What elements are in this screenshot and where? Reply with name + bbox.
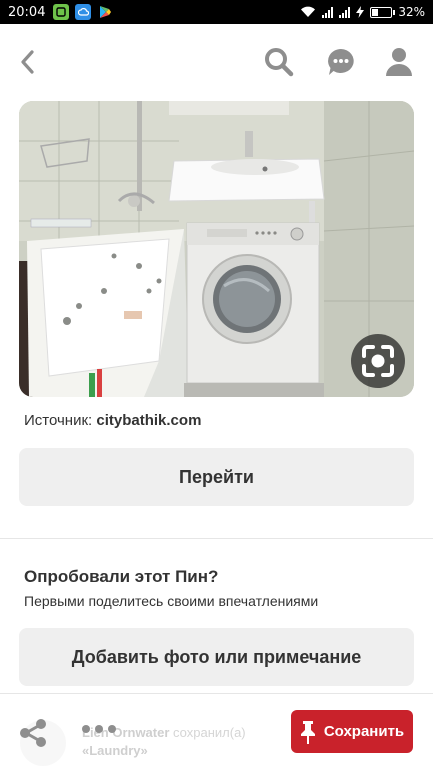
profile-button[interactable]	[381, 44, 417, 80]
chat-icon	[328, 49, 354, 75]
saved-by-action: сохранил(а)	[169, 725, 246, 740]
messages-button[interactable]	[323, 44, 359, 80]
bottom-action-bar: Lien Ornwater сохранил(а) «Laundry» Сохр…	[0, 694, 433, 770]
status-time: 20:04	[8, 4, 46, 20]
messages-icon	[53, 4, 70, 20]
dot-icon	[108, 725, 116, 733]
dot-icon	[82, 725, 90, 733]
back-icon	[21, 50, 34, 74]
pin-source: Источник: citybathik.com	[24, 412, 201, 429]
battery-icon	[370, 6, 396, 18]
back-button[interactable]	[10, 44, 46, 80]
dot-icon	[95, 725, 103, 733]
status-indicators: 32%	[300, 5, 425, 19]
source-link[interactable]: citybathik.com	[96, 412, 201, 429]
pin-image[interactable]	[19, 101, 414, 397]
wifi-icon	[301, 6, 316, 18]
visual-search-button[interactable]	[351, 334, 405, 388]
charging-icon	[356, 6, 365, 18]
cloud-icon	[75, 4, 92, 20]
tried-subtitle: Первыми поделитесь своими впечатлениями	[24, 593, 319, 609]
share-icon	[20, 719, 46, 747]
section-divider	[0, 538, 433, 539]
signal-icon	[339, 6, 351, 18]
more-options-button[interactable]	[82, 725, 116, 733]
share-button[interactable]	[18, 718, 48, 748]
search-icon	[265, 48, 294, 77]
tried-title: Опробовали этот Пин?	[24, 567, 219, 586]
visual-search-icon	[362, 345, 394, 377]
save-button[interactable]: Сохранить	[291, 710, 413, 753]
status-bar: 20:04 32%	[0, 0, 433, 24]
battery-percent: 32%	[398, 5, 425, 19]
profile-icon	[386, 48, 412, 76]
save-label: Сохранить	[323, 723, 405, 740]
top-nav	[0, 24, 433, 100]
signal-icon	[322, 6, 334, 18]
play-store-icon	[97, 4, 113, 20]
source-prefix: Источник:	[24, 412, 97, 429]
saved-board-name: «Laundry»	[82, 743, 148, 758]
search-button[interactable]	[261, 44, 297, 80]
add-photo-note-button[interactable]: Добавить фото или примечание	[19, 628, 414, 686]
visit-button[interactable]: Перейти	[19, 448, 414, 506]
pin-icon	[300, 720, 315, 744]
